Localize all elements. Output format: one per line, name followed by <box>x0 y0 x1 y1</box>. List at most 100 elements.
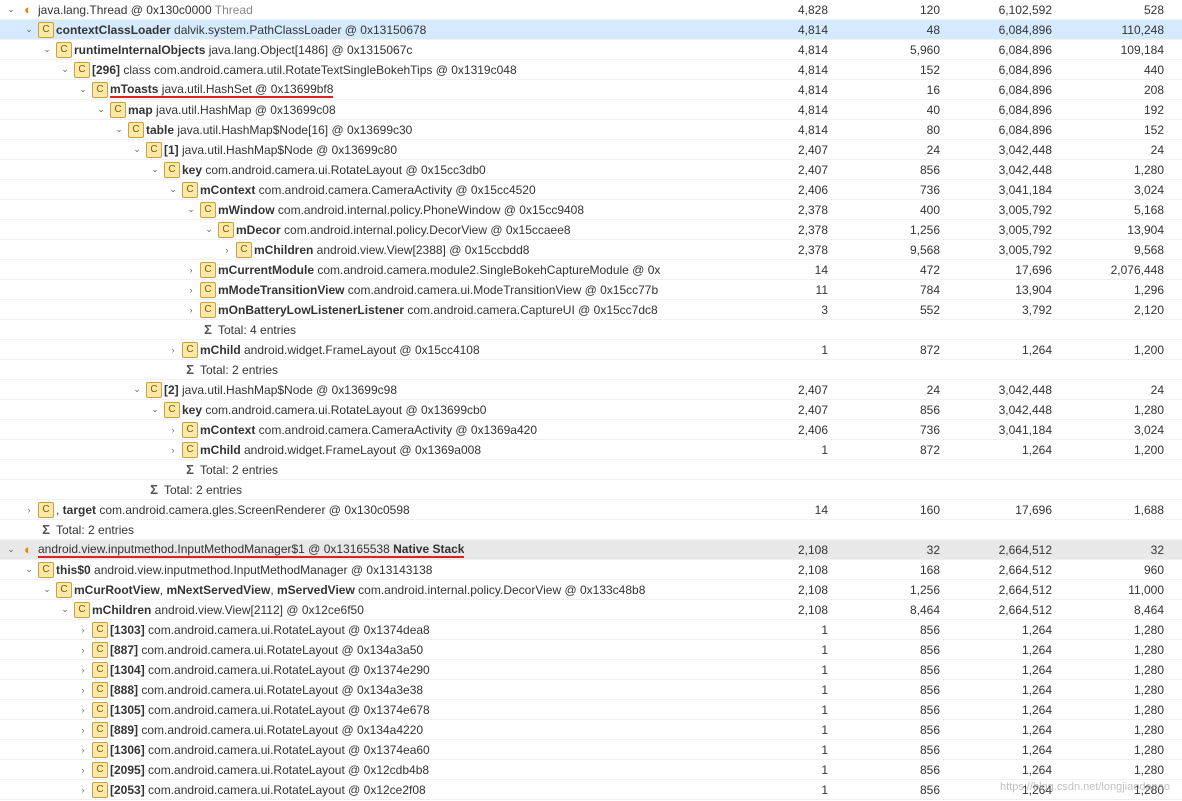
tree-row[interactable]: ⌄CmCurRootView, mNextServedView, mServed… <box>0 580 1182 600</box>
chevron-down-icon[interactable]: ⌄ <box>112 123 126 137</box>
tree-row[interactable]: ⌄C[2] java.util.HashMap$Node @ 0x13699c9… <box>0 380 1182 400</box>
chevron-down-icon[interactable]: ⌄ <box>58 603 72 617</box>
chevron-down-icon[interactable]: ⌄ <box>40 583 54 597</box>
tree-row[interactable]: ⌄CmContext com.android.camera.CameraActi… <box>0 180 1182 200</box>
tree-row[interactable]: ΣTotal: 2 entries <box>0 480 1182 500</box>
chevron-down-icon[interactable]: ⌄ <box>202 223 216 237</box>
tree-row[interactable]: ⌄Cmap java.util.HashMap @ 0x13699c084,81… <box>0 100 1182 120</box>
metric-col-2: 784 <box>846 283 958 297</box>
tree-row[interactable]: ›CmOnBatteryLowListenerListener com.andr… <box>0 300 1182 320</box>
tree-row[interactable]: ›C[1306] com.android.camera.ui.RotateLay… <box>0 740 1182 760</box>
chevron-right-icon[interactable]: › <box>76 763 90 777</box>
tree-row[interactable]: ›C[887] com.android.camera.ui.RotateLayo… <box>0 640 1182 660</box>
chevron-right-icon[interactable]: › <box>76 643 90 657</box>
tree-row-name: ›C[1305] com.android.camera.ui.RotateLay… <box>0 702 734 718</box>
metric-col-3: 6,084,896 <box>958 43 1070 57</box>
chevron-right-icon[interactable]: › <box>76 703 90 717</box>
tree-row-name: ⌄C[2] java.util.HashMap$Node @ 0x13699c9… <box>0 382 734 398</box>
chevron-right-icon[interactable]: › <box>76 723 90 737</box>
chevron-down-icon[interactable]: ⌄ <box>58 63 72 77</box>
metric-col-1: 14 <box>734 263 846 277</box>
metric-col-2: 1,256 <box>846 583 958 597</box>
chevron-down-icon[interactable]: ⌄ <box>130 383 144 397</box>
tree-row[interactable]: ›C[1304] com.android.camera.ui.RotateLay… <box>0 660 1182 680</box>
row-label: Total: 4 entries <box>218 323 296 337</box>
watermark-text: https://blog.csdn.net/longjiaodapao <box>1000 781 1170 793</box>
chevron-down-icon[interactable]: ⌄ <box>22 23 36 37</box>
sigma-icon: Σ <box>182 462 198 478</box>
metric-col-1: 1 <box>734 623 846 637</box>
chevron-down-icon[interactable]: ⌄ <box>148 403 162 417</box>
tree-row[interactable]: ΣTotal: 4 entries <box>0 320 1182 340</box>
tree-row[interactable]: ⌄C[1] java.util.HashMap$Node @ 0x13699c8… <box>0 140 1182 160</box>
metric-col-1: 3 <box>734 303 846 317</box>
class-icon: C <box>92 782 108 798</box>
tree-row[interactable]: ⌄◐java.lang.Thread @ 0x130c0000 Thread4,… <box>0 0 1182 20</box>
tree-row[interactable]: ΣTotal: 2 entries <box>0 460 1182 480</box>
tree-row-name: ⌄Ctable java.util.HashMap$Node[16] @ 0x1… <box>0 122 734 138</box>
chevron-down-icon[interactable]: ⌄ <box>40 43 54 57</box>
metric-col-4: 1,280 <box>1070 683 1182 697</box>
chevron-right-icon[interactable]: › <box>166 423 180 437</box>
metric-col-3: 1,264 <box>958 663 1070 677</box>
chevron-down-icon[interactable]: ⌄ <box>76 83 90 97</box>
row-label: mChild android.widget.FrameLayout @ 0x15… <box>200 343 480 357</box>
tree-row[interactable]: ⌄Cthis$0 android.view.inputmethod.InputM… <box>0 560 1182 580</box>
chevron-right-icon[interactable]: › <box>184 283 198 297</box>
class-icon: C <box>110 102 126 118</box>
tree-row[interactable]: ⌄CmDecor com.android.internal.policy.Dec… <box>0 220 1182 240</box>
tree-row[interactable]: ⌄CmWindow com.android.internal.policy.Ph… <box>0 200 1182 220</box>
tree-row[interactable]: ΣTotal: 2 entries <box>0 360 1182 380</box>
chevron-right-icon[interactable]: › <box>76 743 90 757</box>
tree-row[interactable]: ›C[889] com.android.camera.ui.RotateLayo… <box>0 720 1182 740</box>
tree-row[interactable]: ⌄CcontextClassLoader dalvik.system.PathC… <box>0 20 1182 40</box>
tree-row[interactable]: ΣTotal: 2 entries <box>0 520 1182 540</box>
tree-row-name: ›C[889] com.android.camera.ui.RotateLayo… <box>0 722 734 738</box>
tree-row[interactable]: ›C[1303] com.android.camera.ui.RotateLay… <box>0 620 1182 640</box>
chevron-down-icon[interactable]: ⌄ <box>4 543 18 557</box>
metric-col-3: 3,005,792 <box>958 223 1070 237</box>
chevron-down-icon[interactable]: ⌄ <box>22 563 36 577</box>
tree-row[interactable]: ⌄CruntimeInternalObjects java.lang.Objec… <box>0 40 1182 60</box>
chevron-right-icon[interactable]: › <box>184 263 198 277</box>
metric-col-3: 2,664,512 <box>958 583 1070 597</box>
metric-col-2: 152 <box>846 63 958 77</box>
row-label: mChildren android.view.View[2388] @ 0x15… <box>254 243 529 257</box>
tree-row[interactable]: ›C, target com.android.camera.gles.Scree… <box>0 500 1182 520</box>
tree-row[interactable]: ⌄Ckey com.android.camera.ui.RotateLayout… <box>0 400 1182 420</box>
class-icon: C <box>38 502 54 518</box>
tree-row[interactable]: ⌄Ckey com.android.camera.ui.RotateLayout… <box>0 160 1182 180</box>
metric-col-2: 856 <box>846 723 958 737</box>
chevron-right-icon[interactable]: › <box>166 443 180 457</box>
tree-row[interactable]: ⌄C[296] class com.android.camera.util.Ro… <box>0 60 1182 80</box>
tree-row[interactable]: ›C[888] com.android.camera.ui.RotateLayo… <box>0 680 1182 700</box>
chevron-down-icon[interactable]: ⌄ <box>94 103 108 117</box>
chevron-down-icon[interactable]: ⌄ <box>130 143 144 157</box>
chevron-right-icon[interactable]: › <box>76 663 90 677</box>
tree-row[interactable]: ›CmModeTransitionView com.android.camera… <box>0 280 1182 300</box>
chevron-right-icon[interactable]: › <box>76 783 90 797</box>
chevron-down-icon[interactable]: ⌄ <box>148 163 162 177</box>
chevron-right-icon[interactable]: › <box>220 243 234 257</box>
metric-col-2: 552 <box>846 303 958 317</box>
tree-row[interactable]: ⌄Ctable java.util.HashMap$Node[16] @ 0x1… <box>0 120 1182 140</box>
chevron-right-icon[interactable]: › <box>22 503 36 517</box>
tree-row[interactable]: ⌄CmToasts java.util.HashSet @ 0x13699bf8… <box>0 80 1182 100</box>
tree-row[interactable]: ›C[1305] com.android.camera.ui.RotateLay… <box>0 700 1182 720</box>
tree-row[interactable]: ›CmChild android.widget.FrameLayout @ 0x… <box>0 340 1182 360</box>
tree-row-name: ΣTotal: 2 entries <box>0 362 734 378</box>
chevron-down-icon[interactable]: ⌄ <box>184 203 198 217</box>
chevron-right-icon[interactable]: › <box>76 623 90 637</box>
tree-row[interactable]: ⌄◐android.view.inputmethod.InputMethodMa… <box>0 540 1182 560</box>
tree-row[interactable]: ⌄CmChildren android.view.View[2112] @ 0x… <box>0 600 1182 620</box>
chevron-down-icon[interactable]: ⌄ <box>166 183 180 197</box>
tree-row[interactable]: ›CmContext com.android.camera.CameraActi… <box>0 420 1182 440</box>
tree-row[interactable]: ›CmChildren android.view.View[2388] @ 0x… <box>0 240 1182 260</box>
tree-row[interactable]: ›C[2095] com.android.camera.ui.RotateLay… <box>0 760 1182 780</box>
chevron-right-icon[interactable]: › <box>184 303 198 317</box>
tree-row[interactable]: ›CmChild android.widget.FrameLayout @ 0x… <box>0 440 1182 460</box>
chevron-right-icon[interactable]: › <box>166 343 180 357</box>
chevron-down-icon[interactable]: ⌄ <box>4 3 18 17</box>
tree-row[interactable]: ›CmCurrentModule com.android.camera.modu… <box>0 260 1182 280</box>
chevron-right-icon[interactable]: › <box>76 683 90 697</box>
